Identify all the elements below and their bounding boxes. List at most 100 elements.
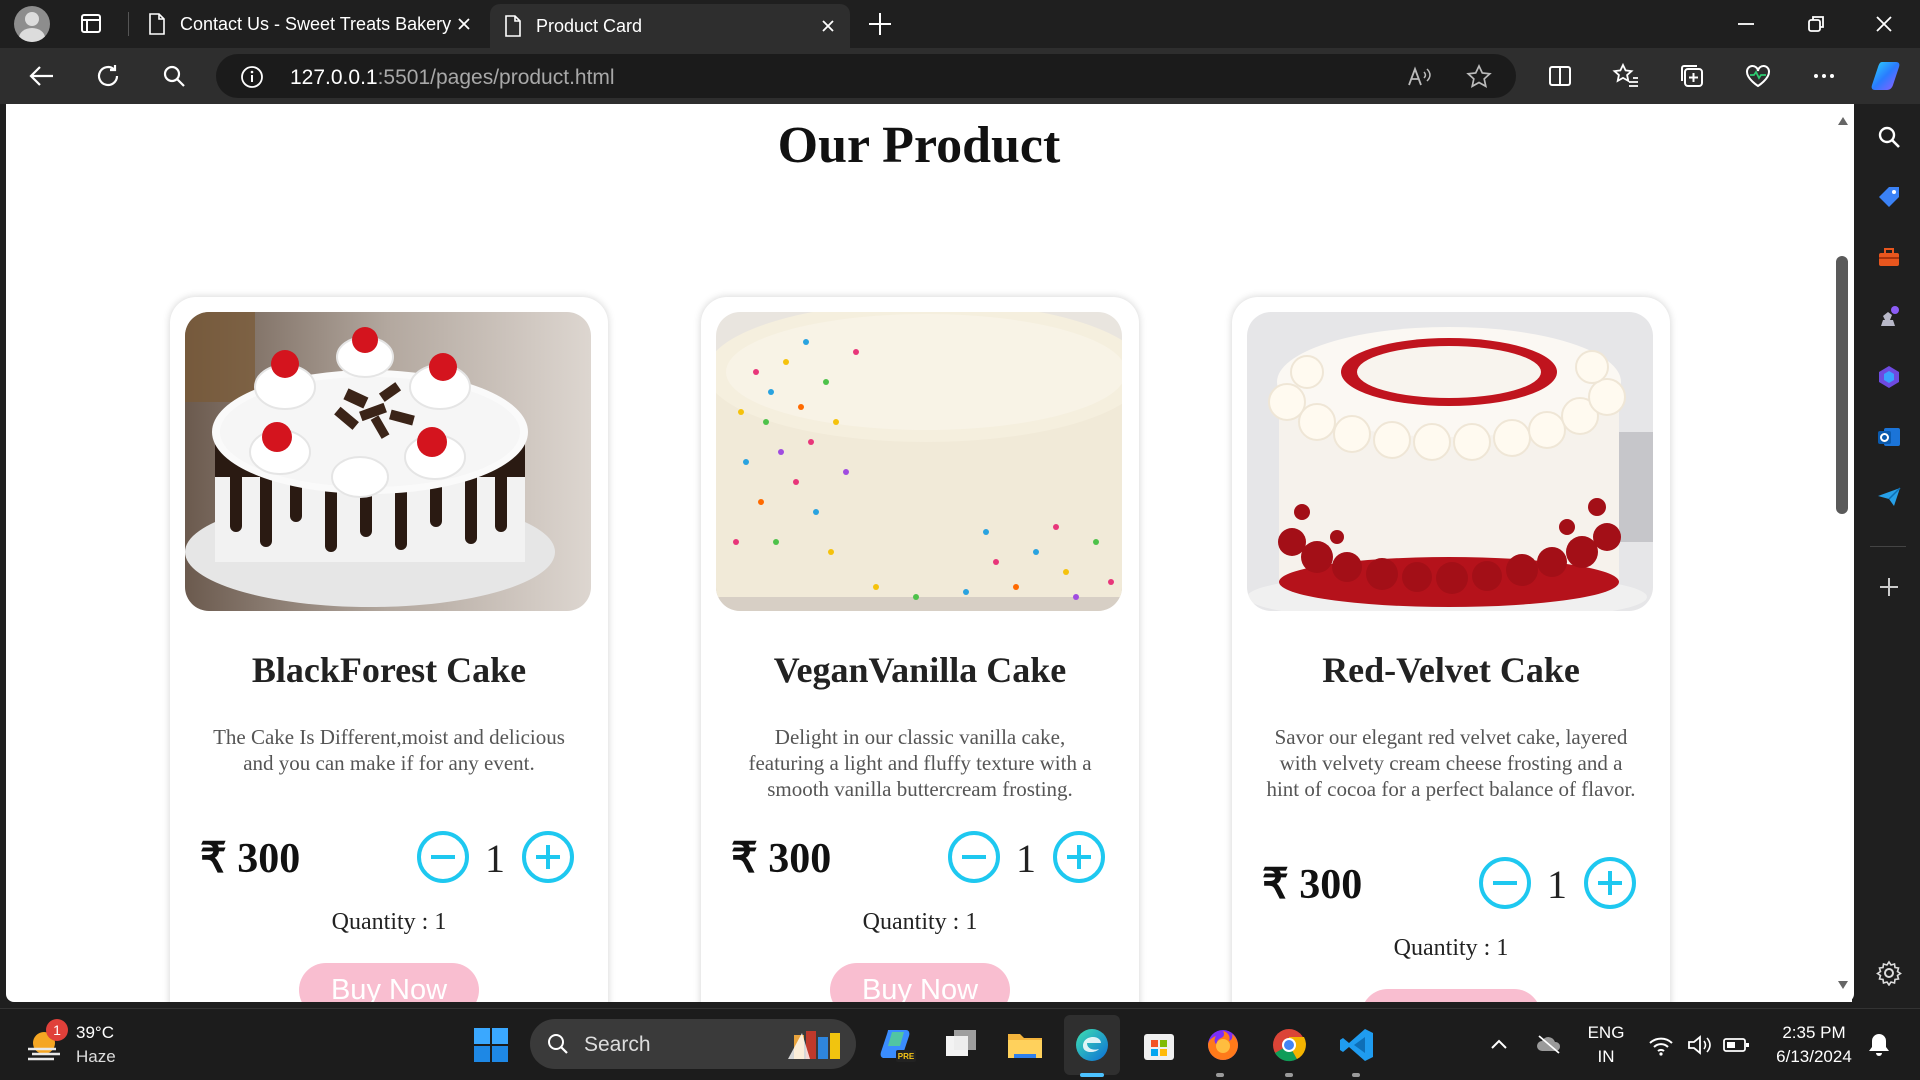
quantity-value: 1 bbox=[1016, 836, 1036, 881]
product-image-red-velvet-cake bbox=[1247, 312, 1653, 611]
copilot-app-icon[interactable] bbox=[1876, 364, 1902, 390]
copilot-preview-icon[interactable]: PRE bbox=[878, 1026, 916, 1064]
tab-product-card[interactable]: Product Card bbox=[490, 4, 850, 48]
buy-now-button[interactable]: Buy Now bbox=[830, 963, 1010, 1002]
document-icon bbox=[148, 13, 166, 35]
battery-icon[interactable] bbox=[1722, 1035, 1750, 1055]
product-price: ₹ 300 bbox=[731, 836, 832, 882]
site-info-icon[interactable] bbox=[240, 65, 264, 89]
increase-quantity-icon[interactable] bbox=[521, 830, 575, 884]
collections-icon[interactable] bbox=[1678, 62, 1706, 90]
clock-date[interactable]: 6/13/2024 bbox=[1760, 1047, 1868, 1067]
page-scrollbar[interactable] bbox=[1834, 104, 1852, 1002]
task-view-icon[interactable] bbox=[942, 1026, 980, 1064]
new-tab-icon[interactable] bbox=[866, 10, 894, 38]
clock-time[interactable]: 2:35 PM bbox=[1760, 1023, 1868, 1043]
weather-temperature[interactable]: 39°C bbox=[76, 1023, 114, 1043]
product-description: Delight in our classic vanilla cake, fea… bbox=[748, 725, 1092, 801]
browser-essentials-icon[interactable] bbox=[1744, 62, 1772, 90]
notifications-bell-icon[interactable] bbox=[1866, 1031, 1892, 1059]
product-card: VeganVanilla Cake Delight in our classic… bbox=[701, 297, 1139, 1002]
search-icon[interactable] bbox=[160, 62, 188, 90]
wifi-icon[interactable] bbox=[1648, 1035, 1674, 1057]
sidebar-settings-icon[interactable] bbox=[1876, 960, 1902, 986]
tools-icon[interactable] bbox=[1876, 244, 1902, 270]
refresh-icon[interactable] bbox=[94, 62, 122, 90]
tab-divider bbox=[128, 12, 129, 36]
games-icon[interactable] bbox=[1876, 304, 1902, 330]
running-app-indicator bbox=[1352, 1073, 1360, 1077]
chrome-icon[interactable] bbox=[1270, 1026, 1308, 1064]
add-sidebar-app-icon[interactable] bbox=[1876, 574, 1902, 600]
product-card: BlackForest Cake The Cake Is Different,m… bbox=[170, 297, 608, 1002]
product-card: Red-Velvet Cake Savor our elegant red ve… bbox=[1232, 297, 1670, 1002]
buy-now-button[interactable]: Buy Now bbox=[299, 963, 479, 1002]
taskbar-search[interactable]: Search bbox=[530, 1019, 856, 1069]
minimize-icon[interactable] bbox=[1734, 12, 1758, 36]
increase-quantity-icon[interactable] bbox=[1583, 856, 1637, 910]
running-app-indicator bbox=[1285, 1073, 1293, 1077]
taskbar-search-icon bbox=[546, 1032, 570, 1056]
show-hidden-icons-icon[interactable] bbox=[1490, 1037, 1508, 1051]
read-aloud-icon[interactable] bbox=[1406, 64, 1432, 90]
product-name: BlackForest Cake bbox=[251, 650, 527, 690]
tab-title: Contact Us - Sweet Treats Bakery bbox=[180, 13, 452, 34]
close-window-icon[interactable] bbox=[1872, 12, 1896, 36]
tab-contact-us[interactable]: Contact Us - Sweet Treats Bakery bbox=[134, 0, 486, 48]
copilot-icon[interactable] bbox=[1870, 58, 1906, 94]
more-options-icon[interactable] bbox=[1810, 62, 1838, 90]
restore-icon[interactable] bbox=[1804, 12, 1828, 36]
product-price: ₹ 300 bbox=[200, 836, 301, 882]
quantity-value: 1 bbox=[485, 836, 505, 881]
favorite-star-icon[interactable] bbox=[1466, 64, 1492, 90]
increase-quantity-icon[interactable] bbox=[1052, 830, 1106, 884]
windows-start-icon[interactable] bbox=[472, 1026, 510, 1064]
decrease-quantity-icon[interactable] bbox=[416, 830, 470, 884]
address-bar[interactable]: 127.0.0.1:5501/pages/product.html bbox=[216, 54, 1516, 98]
url-host: 127.0.0.1 bbox=[290, 66, 378, 89]
shopping-tag-icon[interactable] bbox=[1876, 184, 1902, 210]
firefox-icon[interactable] bbox=[1204, 1026, 1242, 1064]
document-icon bbox=[504, 15, 522, 37]
search-highlight-icon bbox=[786, 1025, 848, 1063]
tab-strip: Contact Us - Sweet Treats Bakery Product… bbox=[0, 0, 1920, 48]
windows-taskbar: 1 39°C Haze Search PRE ENG IN 2:35 PM 6/… bbox=[0, 1008, 1920, 1080]
quantity-label: Quantity : 1 bbox=[1393, 935, 1509, 961]
onedrive-offline-icon[interactable] bbox=[1536, 1033, 1562, 1055]
close-tab-icon[interactable] bbox=[456, 16, 472, 32]
buy-now-button[interactable]: Buy Now bbox=[1361, 989, 1541, 1002]
running-app-indicator bbox=[1216, 1073, 1224, 1077]
edge-browser-icon[interactable] bbox=[1073, 1026, 1111, 1064]
favorites-icon[interactable] bbox=[1612, 62, 1640, 90]
profile-avatar[interactable] bbox=[14, 6, 50, 42]
send-icon[interactable] bbox=[1876, 484, 1902, 510]
vscode-icon[interactable] bbox=[1337, 1026, 1375, 1064]
back-icon[interactable] bbox=[28, 62, 56, 90]
browser-toolbar: 127.0.0.1:5501/pages/product.html bbox=[0, 48, 1920, 104]
decrease-quantity-icon[interactable] bbox=[947, 830, 1001, 884]
quantity-label: Quantity : 1 bbox=[331, 909, 447, 935]
tab-title: Product Card bbox=[536, 15, 643, 36]
decrease-quantity-icon[interactable] bbox=[1478, 856, 1532, 910]
tab-actions-icon[interactable] bbox=[72, 10, 108, 38]
language-code[interactable]: ENG bbox=[1582, 1023, 1630, 1043]
outlook-icon[interactable] bbox=[1876, 424, 1902, 450]
microsoft-store-icon[interactable] bbox=[1140, 1026, 1178, 1064]
product-name: Red-Velvet Cake bbox=[1322, 650, 1580, 690]
file-explorer-icon[interactable] bbox=[1006, 1026, 1044, 1064]
quantity-label: Quantity : 1 bbox=[862, 909, 978, 935]
product-image-vanilla-sprinkle-cake bbox=[716, 312, 1122, 611]
weather-condition[interactable]: Haze bbox=[76, 1047, 116, 1067]
close-tab-icon[interactable] bbox=[820, 18, 836, 34]
page-viewport: Our Product BlackForest Cake The Cake Is… bbox=[6, 104, 1854, 1002]
scroll-up-icon[interactable] bbox=[1837, 116, 1849, 126]
url-text[interactable]: 127.0.0.1:5501/pages/product.html bbox=[290, 66, 615, 90]
scroll-down-icon[interactable] bbox=[1837, 980, 1849, 990]
volume-icon[interactable] bbox=[1686, 1034, 1712, 1056]
weather-badge: 1 bbox=[46, 1019, 68, 1041]
input-region[interactable]: IN bbox=[1582, 1047, 1630, 1067]
split-screen-icon[interactable] bbox=[1546, 62, 1574, 90]
scrollbar-thumb[interactable] bbox=[1836, 256, 1848, 514]
sidebar-search-icon[interactable] bbox=[1876, 124, 1902, 150]
svg-text:PRE: PRE bbox=[898, 1052, 915, 1061]
